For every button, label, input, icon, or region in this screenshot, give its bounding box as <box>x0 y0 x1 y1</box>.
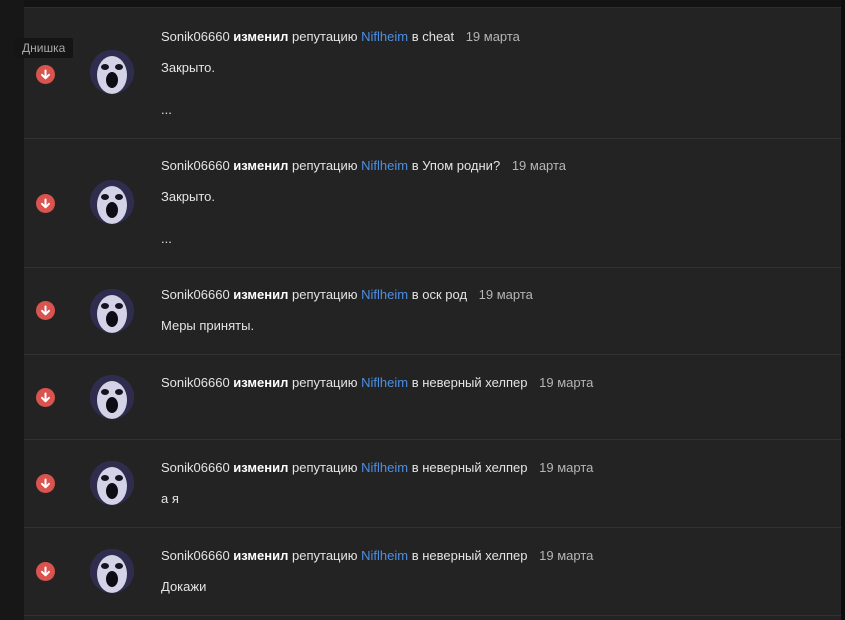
target-username[interactable]: Niflheim <box>361 29 408 44</box>
topic-link[interactable]: в неверный хелпер <box>412 460 528 475</box>
action-object: репутацию <box>292 287 358 302</box>
activity-line: Sonik06660 изменил репутацию Niflheim в … <box>161 375 593 391</box>
comment-text: Меры приняты. <box>161 318 255 333</box>
avatar[interactable] <box>90 461 134 505</box>
activity-line: Sonik06660 изменил репутацию Niflheim в … <box>161 460 593 476</box>
topic-link[interactable]: в неверный хелпер <box>412 375 528 390</box>
negative-reputation-icon[interactable] <box>36 474 55 493</box>
activity-line: Sonik06660 изменил репутацию Niflheim в … <box>161 548 593 564</box>
actor-username[interactable]: Sonik06660 <box>161 287 230 302</box>
reputation-item: Sonik06660 изменил репутацию Niflheim в … <box>24 440 841 528</box>
comment-text-ellipsis: ... <box>161 231 172 246</box>
action-object: репутацию <box>292 460 358 475</box>
topic-link[interactable]: в cheat <box>412 29 454 44</box>
action-verb: изменил <box>233 29 289 44</box>
target-username[interactable]: Niflheim <box>361 287 408 302</box>
reputation-item: Sonik06660 изменил репутацию Niflheim в … <box>24 268 841 355</box>
actor-username[interactable]: Sonik06660 <box>161 375 230 390</box>
action-verb: изменил <box>233 548 289 563</box>
activity-line: Sonik06660 изменил репутацию Niflheim в … <box>161 29 520 45</box>
timestamp: 19 марта <box>539 460 594 475</box>
avatar[interactable] <box>90 289 134 333</box>
timestamp: 19 марта <box>539 548 594 563</box>
avatar[interactable] <box>90 549 134 593</box>
avatar[interactable] <box>90 375 134 419</box>
action-object: репутацию <box>292 29 358 44</box>
reputation-item: Sonik06660 изменил репутацию Niflheim в … <box>24 528 841 616</box>
timestamp: 19 марта <box>539 375 594 390</box>
target-username[interactable]: Niflheim <box>361 460 408 475</box>
comment-text-ellipsis: ... <box>161 102 172 117</box>
negative-reputation-icon[interactable] <box>36 301 55 320</box>
negative-reputation-icon[interactable] <box>36 388 55 407</box>
actor-username[interactable]: Sonik06660 <box>161 460 230 475</box>
topic-link[interactable]: в Упом родни? <box>412 158 500 173</box>
comment-text: Закрыто. <box>161 189 215 204</box>
reputation-feed: Sonik06660 изменил репутацию Niflheim в … <box>24 8 841 620</box>
action-verb: изменил <box>233 287 289 302</box>
timestamp: 19 марта <box>465 29 520 44</box>
comment-text: Докажи <box>161 579 207 594</box>
topic-link[interactable]: в неверный хелпер <box>412 548 528 563</box>
reputation-item: Sonik06660 изменил репутацию Niflheim в … <box>24 8 841 139</box>
target-username[interactable]: Niflheim <box>361 158 408 173</box>
action-verb: изменил <box>233 158 289 173</box>
target-username[interactable]: Niflheim <box>361 375 408 390</box>
avatar[interactable] <box>90 50 134 94</box>
negative-reputation-icon[interactable] <box>36 65 55 84</box>
tooltip: Днишка <box>14 38 74 58</box>
negative-reputation-icon[interactable] <box>36 562 55 581</box>
action-verb: изменил <box>233 460 289 475</box>
action-object: репутацию <box>292 375 358 390</box>
avatar[interactable] <box>90 180 134 224</box>
comment-text: Закрыто. <box>161 60 215 75</box>
action-object: репутацию <box>292 158 358 173</box>
action-object: репутацию <box>292 548 358 563</box>
left-page-edge <box>0 0 24 620</box>
timestamp: 19 марта <box>478 287 533 302</box>
actor-username[interactable]: Sonik06660 <box>161 158 230 173</box>
scrollbar[interactable] <box>841 0 845 620</box>
reputation-item: Sonik06660 изменил репутацию Niflheim в … <box>24 139 841 268</box>
action-verb: изменил <box>233 375 289 390</box>
target-username[interactable]: Niflheim <box>361 548 408 563</box>
activity-line: Sonik06660 изменил репутацию Niflheim в … <box>161 158 566 174</box>
timestamp: 19 марта <box>511 158 567 173</box>
topic-link[interactable]: в оск род <box>412 287 467 302</box>
negative-reputation-icon[interactable] <box>36 194 55 213</box>
activity-line: Sonik06660 изменил репутацию Niflheim в … <box>161 287 533 303</box>
reputation-item: Sonik06660 изменил репутацию Niflheim в … <box>24 355 841 440</box>
actor-username[interactable]: Sonik06660 <box>161 548 230 563</box>
actor-username[interactable]: Sonik06660 <box>161 29 230 44</box>
comment-text: а я <box>161 491 179 506</box>
